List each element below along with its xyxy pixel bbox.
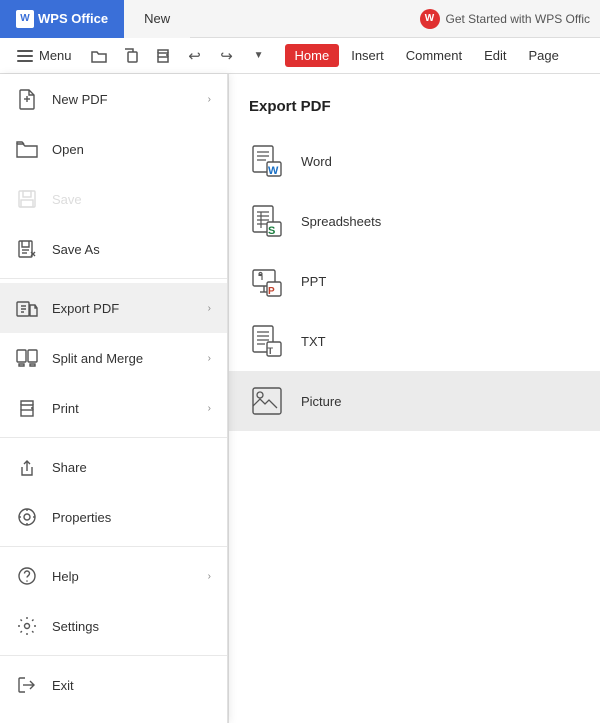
print-icon — [16, 397, 38, 419]
split-merge-arrow: › — [208, 353, 211, 364]
menu-label: Menu — [39, 48, 72, 63]
open-label: Open — [52, 142, 211, 157]
word-label: Word — [301, 154, 332, 169]
copy-button[interactable] — [117, 42, 145, 70]
menu-item-help[interactable]: Help › — [0, 551, 227, 601]
split-merge-label: Split and Merge — [52, 351, 194, 366]
help-label: Help — [52, 569, 194, 584]
open-icon — [16, 138, 38, 160]
exit-icon — [16, 674, 38, 696]
title-right: W Get Started with WPS Offic — [420, 9, 600, 29]
save-as-icon — [16, 238, 38, 260]
settings-icon — [16, 615, 38, 637]
menu-item-split-merge[interactable]: Split and Merge › — [0, 333, 227, 383]
separator-1 — [0, 278, 227, 279]
picture-icon — [249, 383, 285, 419]
properties-label: Properties — [52, 510, 211, 525]
share-icon — [16, 456, 38, 478]
menu-item-settings[interactable]: Settings — [0, 601, 227, 651]
new-tab[interactable]: New — [124, 0, 190, 38]
properties-icon — [16, 506, 38, 528]
ppt-label: PPT — [301, 274, 326, 289]
title-bar: W WPS Office New W Get Started with WPS … — [0, 0, 600, 38]
menu-item-share[interactable]: Share — [0, 442, 227, 492]
export-pdf-arrow: › — [208, 303, 211, 314]
menu-button[interactable]: Menu — [8, 43, 81, 68]
new-pdf-icon — [16, 88, 38, 110]
print-button[interactable] — [149, 42, 177, 70]
get-started-label: Get Started with WPS Offic — [446, 12, 591, 26]
nav-tabs: Home Insert Comment Edit Page — [285, 44, 569, 67]
print-label: Print — [52, 401, 194, 416]
toolbar: Menu ↩ ↪ ▼ Home Insert Comment E — [0, 38, 600, 74]
txt-icon: T — [249, 323, 285, 359]
save-label: Save — [52, 192, 211, 207]
word-icon: W — [249, 143, 285, 179]
folder-open-button[interactable] — [85, 42, 113, 70]
submenu-title: Export PDF — [229, 90, 600, 131]
wps-office-button[interactable]: W WPS Office — [0, 0, 124, 38]
exit-label: Exit — [52, 678, 211, 693]
tab-comment[interactable]: Comment — [396, 44, 472, 67]
hamburger-icon — [17, 50, 33, 62]
menu-item-exit[interactable]: Exit — [0, 660, 227, 710]
txt-label: TXT — [301, 334, 326, 349]
menu-item-save[interactable]: Save — [0, 174, 227, 224]
left-menu: New PDF › Open Save — [0, 74, 228, 723]
content-area: New PDF › Open Save — [0, 74, 600, 723]
tab-home[interactable]: Home — [285, 44, 340, 67]
submenu-item-word[interactable]: W Word — [229, 131, 600, 191]
menu-item-print[interactable]: Print › — [0, 383, 227, 433]
settings-label: Settings — [52, 619, 211, 634]
menu-item-properties[interactable]: Properties — [0, 492, 227, 542]
spreadsheets-icon: S — [249, 203, 285, 239]
right-submenu: Export PDF W Word S — [228, 74, 600, 723]
help-arrow: › — [208, 571, 211, 582]
separator-3 — [0, 546, 227, 547]
new-pdf-arrow: › — [208, 94, 211, 105]
help-icon — [16, 565, 38, 587]
print-arrow: › — [208, 403, 211, 414]
export-pdf-label: Export PDF — [52, 301, 194, 316]
save-as-label: Save As — [52, 242, 211, 257]
svg-text:W: W — [268, 165, 279, 177]
svg-text:T: T — [268, 346, 274, 356]
export-pdf-icon — [16, 297, 38, 319]
save-icon — [16, 188, 38, 210]
separator-2 — [0, 437, 227, 438]
wps-badge-icon: W — [420, 9, 440, 29]
picture-label: Picture — [301, 394, 341, 409]
submenu-item-spreadsheets[interactable]: S Spreadsheets — [229, 191, 600, 251]
split-merge-icon — [16, 347, 38, 369]
svg-text:P: P — [268, 286, 275, 297]
submenu-item-ppt[interactable]: P PPT — [229, 251, 600, 311]
separator-4 — [0, 655, 227, 656]
tab-edit[interactable]: Edit — [474, 44, 516, 67]
svg-text:S: S — [268, 225, 275, 237]
dropdown-button[interactable]: ▼ — [245, 42, 273, 70]
wps-office-label: WPS Office — [38, 11, 108, 26]
wps-logo-icon: W — [16, 10, 34, 28]
menu-item-export-pdf[interactable]: Export PDF › — [0, 283, 227, 333]
redo-button[interactable]: ↪ — [213, 42, 241, 70]
menu-item-save-as[interactable]: Save As — [0, 224, 227, 274]
ppt-icon: P — [249, 263, 285, 299]
submenu-item-picture[interactable]: Picture — [229, 371, 600, 431]
undo-button[interactable]: ↩ — [181, 42, 209, 70]
menu-item-new-pdf[interactable]: New PDF › — [0, 74, 227, 124]
submenu-item-txt[interactable]: T TXT — [229, 311, 600, 371]
tab-page[interactable]: Page — [519, 44, 569, 67]
menu-item-open[interactable]: Open — [0, 124, 227, 174]
tab-insert[interactable]: Insert — [341, 44, 394, 67]
share-label: Share — [52, 460, 211, 475]
new-pdf-label: New PDF — [52, 92, 194, 107]
spreadsheets-label: Spreadsheets — [301, 214, 381, 229]
